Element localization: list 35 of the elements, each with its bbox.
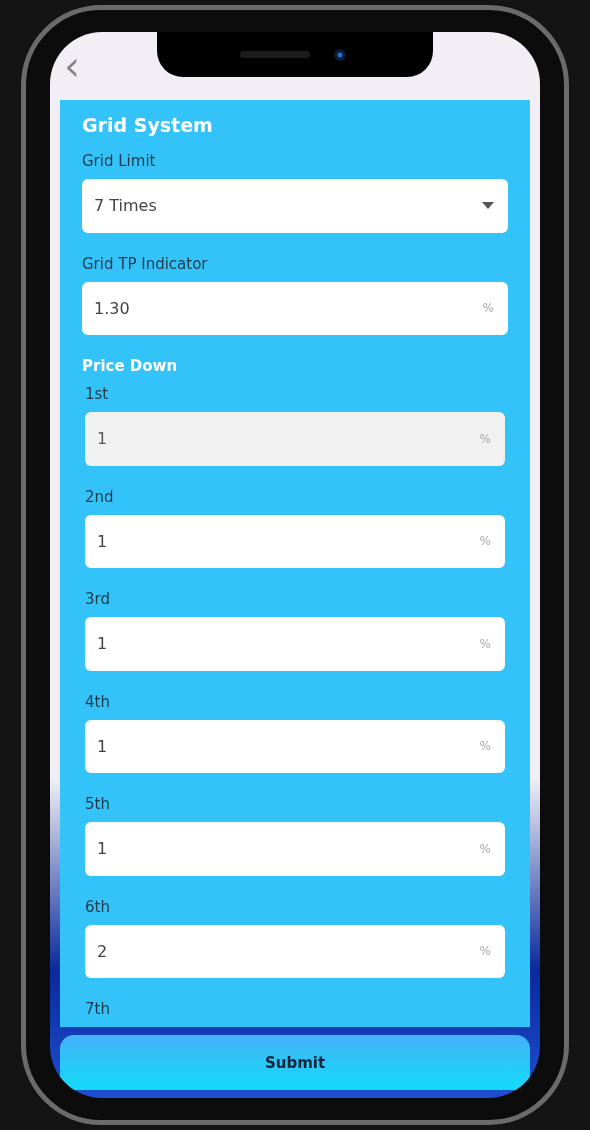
input-field[interactable]: 1.30 % bbox=[82, 281, 508, 335]
field-value: 1 bbox=[97, 839, 109, 859]
field-value: 1 bbox=[97, 634, 109, 654]
field-value: 1 bbox=[97, 531, 109, 551]
field-label: 2nd bbox=[85, 487, 115, 506]
field-value: 2 bbox=[97, 941, 109, 961]
input-field[interactable]: 1 % bbox=[85, 514, 505, 568]
caret-icon bbox=[482, 202, 494, 210]
unit-suffix: % bbox=[479, 841, 491, 856]
field-label: 3rd bbox=[85, 590, 111, 608]
field-label: 4th bbox=[85, 692, 111, 711]
section-title: Grid System bbox=[82, 114, 214, 136]
field-label: Grid TP Indicator bbox=[82, 254, 209, 273]
input-field[interactable]: 1 % bbox=[85, 617, 505, 671]
submit-button[interactable]: Submit bbox=[60, 1035, 530, 1090]
field-label: 7th bbox=[85, 1000, 111, 1018]
input-field[interactable]: 1 % bbox=[85, 719, 505, 773]
field-label: 6th bbox=[85, 897, 111, 916]
select-field[interactable]: 7 Times bbox=[82, 179, 508, 233]
select-value: 7 Times bbox=[94, 196, 158, 216]
field-value: 1 bbox=[97, 736, 109, 756]
unit-suffix: % bbox=[479, 534, 491, 549]
unit-suffix: % bbox=[479, 944, 491, 959]
field-value: 1 bbox=[97, 429, 109, 449]
input-field[interactable]: 2 % bbox=[85, 924, 505, 978]
subsection-title: Price Down bbox=[82, 357, 179, 375]
unit-suffix: % bbox=[479, 431, 491, 446]
unit-suffix: % bbox=[482, 301, 494, 316]
field-label: 5th bbox=[85, 795, 111, 813]
input-field[interactable]: 1 % bbox=[85, 822, 505, 876]
unit-suffix: % bbox=[479, 636, 491, 651]
unit-suffix: % bbox=[479, 739, 491, 754]
field-label: 1st bbox=[85, 385, 110, 403]
field-value: 1.30 bbox=[94, 298, 131, 318]
field-label: Grid Limit bbox=[82, 152, 157, 170]
